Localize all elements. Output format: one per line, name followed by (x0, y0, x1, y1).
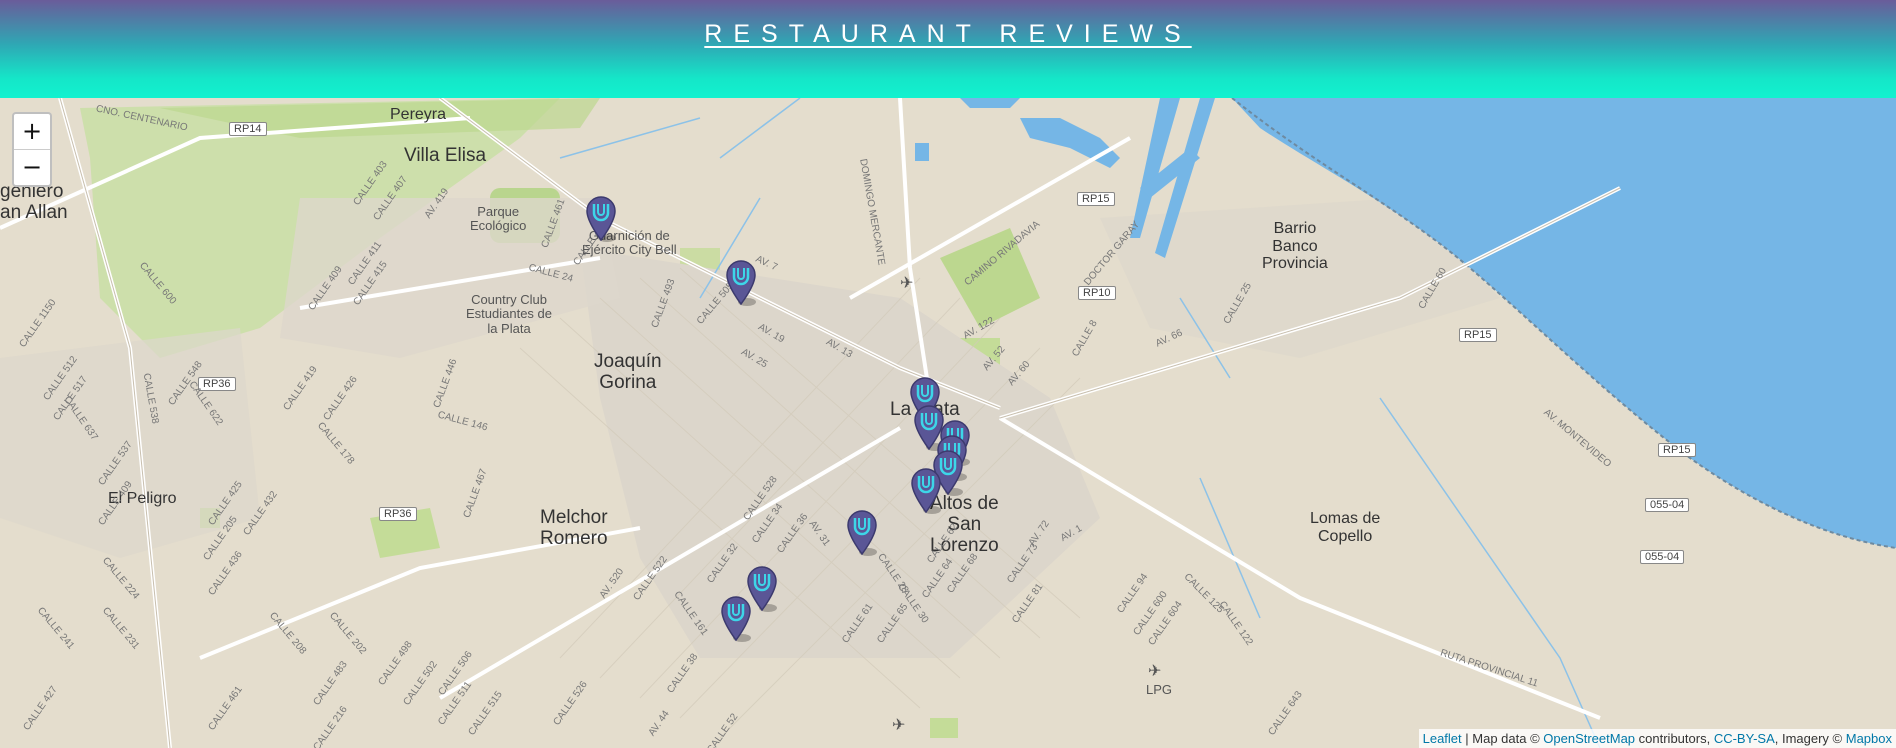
place-label: Pereyra (390, 106, 447, 123)
svg-text:✈: ✈ (1148, 663, 1161, 680)
road-shield: RP36 (379, 507, 417, 521)
road-shield: 055-04 (1640, 550, 1685, 564)
restaurant-marker-icon[interactable] (720, 594, 752, 642)
road-shield: 055-04 (1645, 498, 1690, 512)
map-view[interactable]: ✈ ✈ ✈ Pereyra Villa Elisa geniero an All… (0, 98, 1896, 748)
place-label: Melchor Romero (540, 507, 608, 549)
road-shield: RP10 (1078, 286, 1116, 300)
road-shield: RP15 (1658, 443, 1696, 457)
page-title: RESTAURANT REVIEWS (704, 20, 1192, 48)
zoom-out-button[interactable]: − (14, 149, 50, 185)
leaflet-link[interactable]: Leaflet (1423, 731, 1462, 746)
svg-text:✈: ✈ (892, 717, 905, 734)
map-attribution: Leaflet | Map data © OpenStreetMap contr… (1418, 729, 1896, 748)
license-link[interactable]: CC-BY-SA (1714, 731, 1775, 746)
page-header: RESTAURANT REVIEWS (0, 0, 1896, 98)
place-label: LPG (1146, 682, 1173, 697)
attribution-text: , Imagery © (1774, 731, 1846, 746)
restaurant-marker-icon[interactable] (910, 466, 942, 514)
road-shield: RP36 (198, 377, 236, 391)
osm-link[interactable]: OpenStreetMap (1543, 731, 1635, 746)
restaurant-marker-icon[interactable] (846, 508, 878, 556)
place-label: Country Club Estudiantes de la Plata (466, 292, 553, 336)
road-shield: RP14 (229, 122, 267, 136)
svg-text:✈: ✈ (900, 275, 913, 292)
restaurant-marker-icon[interactable] (725, 258, 757, 306)
mapbox-link[interactable]: Mapbox (1846, 731, 1892, 746)
place-label: Villa Elisa (404, 145, 487, 166)
place-label: geniero an Allan (0, 181, 68, 223)
restaurant-marker-icon[interactable] (585, 194, 617, 242)
place-label: Barrio Banco Provincia (1262, 220, 1328, 273)
place-label: Joaquín Gorina (594, 351, 662, 393)
place-label: Lomas de Copello (1310, 510, 1381, 545)
attribution-text: | Map data © (1461, 731, 1544, 746)
attribution-text: contributors, (1635, 731, 1714, 746)
place-label: Parque Ecológico (470, 204, 527, 234)
zoom-control: + − (12, 112, 52, 187)
road-shield: RP15 (1459, 328, 1497, 342)
road-shield: RP15 (1077, 192, 1115, 206)
zoom-in-button[interactable]: + (14, 114, 50, 149)
